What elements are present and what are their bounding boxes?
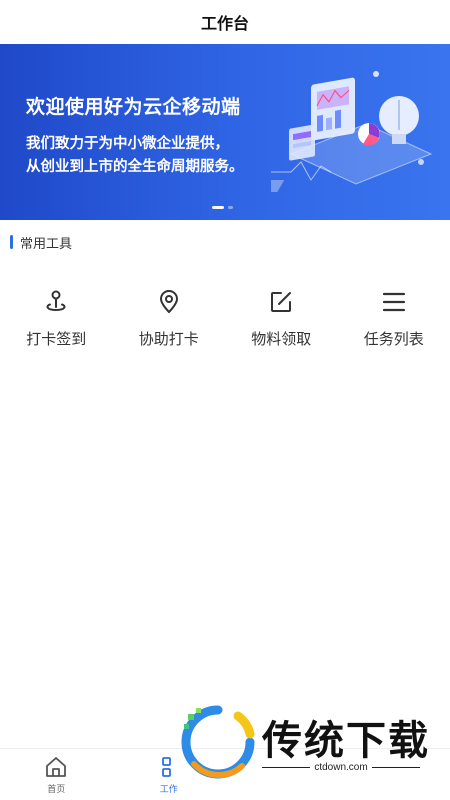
location-pin-map-icon [42,288,70,316]
tool-label: 物料领取 [251,330,312,348]
watermark-site: ctdown.com [262,762,421,773]
tool-label: 协助打卡 [138,330,199,348]
section-accent-bar [10,235,13,249]
tab-label: 首页 [47,785,66,795]
tab-home[interactable]: 首页 [0,749,113,800]
banner-pagination[interactable] [212,206,233,209]
section-header: 常用工具 [10,234,73,252]
banner-subtitle-line-1: 我们致力于为中小微企业提供， [26,136,229,152]
watermark-site-text: ctdown.com [314,762,368,773]
tool-check-in[interactable]: 打卡签到 [0,288,113,349]
promo-banner[interactable]: 欢迎使用好为云企移动端 我们致力于为中小微企业提供， 从创业到上市的全生命周期服… [0,44,450,220]
tool-label: 任务列表 [363,330,424,348]
banner-dot[interactable] [228,206,233,209]
section-title: 常用工具 [20,236,73,252]
edit-icon [267,288,295,316]
watermark-logo-icon [181,705,255,779]
banner-illustration [271,71,433,192]
top-header: 工作台 [0,0,450,44]
banner-dot-active[interactable] [212,206,224,209]
map-marker-icon [155,288,183,316]
banner-subtitle-line-2: 从创业到上市的全生命周期服务。 [26,159,244,175]
tool-task-list[interactable]: 任务列表 [338,288,450,349]
tool-label: 打卡签到 [26,330,87,348]
banner-title: 欢迎使用好为云企移动端 [26,96,241,118]
list-icon [380,288,408,316]
tools-grid: 打卡签到 协助打卡 物料领取 任务列表 [0,288,450,349]
watermark: 传统下载 ctdown.com [176,700,450,800]
tool-assisted-check-in[interactable]: 协助打卡 [113,288,226,349]
watermark-title: 传统下载 [262,718,430,764]
home-icon [46,757,67,777]
page-title: 工作台 [200,14,249,33]
tool-material-pickup[interactable]: 物料领取 [225,288,338,349]
